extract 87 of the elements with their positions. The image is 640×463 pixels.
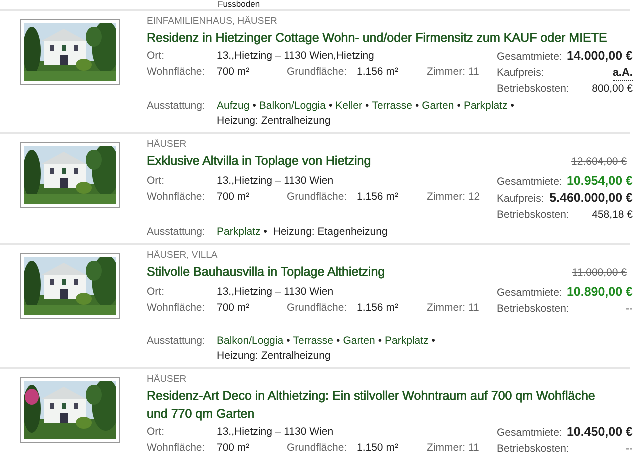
- bullet-separator: •: [252, 100, 256, 112]
- old-price: 12.604,00 €: [572, 155, 627, 170]
- old-price: 11.000,00 €: [572, 266, 627, 281]
- plot-area-label: Grundfläche:: [287, 65, 348, 80]
- location-label: Ort:: [147, 425, 166, 440]
- feature-item: Terrasse: [372, 100, 412, 112]
- plot-area-value: 1.156 m²: [357, 65, 400, 80]
- price-value: 5.460.000,00 €: [550, 190, 633, 206]
- feature-item: Parkplatz: [385, 335, 429, 347]
- features-label: Ausstattung:: [147, 334, 206, 349]
- listing-title[interactable]: Residenz in Hietzinger Cottage Wohn- und/oder Firmensitz zum KAUF oder MIETE: [147, 28, 608, 48]
- plot-area-value: 1.156 m²: [357, 301, 400, 316]
- bullet-separator: •: [336, 335, 340, 347]
- location-label: Ort:: [147, 174, 166, 189]
- plot-area-value: 1.156 m²: [357, 190, 400, 205]
- feature-item: Aufzug: [217, 100, 250, 112]
- price-value: a.A.: [612, 67, 633, 81]
- rooms-text: Zimmer: 11: [427, 441, 480, 456]
- heating-text: Heizung: Zentralheizung: [217, 350, 331, 362]
- bullet-separator: •: [457, 100, 461, 112]
- bullet-separator: •: [378, 335, 382, 347]
- feature-item: Balkon/Loggia: [259, 100, 326, 112]
- location-value: 13.,Hietzing – 1130 Wien: [217, 285, 334, 300]
- listing-title[interactable]: Exklusive Altvilla in Toplage von Hietzing: [147, 151, 372, 171]
- features-label: Ausstattung:: [147, 99, 206, 114]
- feature-item: Parkplatz: [217, 226, 261, 238]
- living-area-value: 700 m²: [217, 65, 251, 80]
- living-area-value: 700 m²: [217, 441, 251, 456]
- listing-category: HÄUSER: [147, 374, 188, 386]
- location-value: 13.,Hietzing – 1130 Wien: [217, 425, 334, 440]
- price-value: 14.000,00 €: [566, 48, 633, 64]
- bullet-separator: •: [328, 100, 333, 112]
- living-area-value: 700 m²: [217, 190, 251, 205]
- price-label: Kaufpreis:: [497, 66, 544, 81]
- price-value: 800,00 €: [592, 82, 633, 97]
- bullet-separator: •: [286, 335, 290, 347]
- living-area-value: 700 m²: [217, 301, 251, 316]
- listing-title[interactable]: Residenz-Art Deco in Althietzing: Ein stilvoller Wohntraum auf 700 qm Wohfläche und 770 qm Garten: [147, 386, 609, 424]
- bullet-separator: •: [415, 100, 420, 112]
- price-label: Betriebskosten:: [497, 82, 570, 97]
- price-label: Kaufpreis:: [497, 192, 544, 207]
- plot-area-value: 1.150 m²: [357, 441, 400, 456]
- price-value: --: [626, 302, 633, 317]
- feature-item: Garten: [422, 100, 454, 112]
- feature-item: Balkon/Loggia: [217, 335, 284, 347]
- rooms-text: Zimmer: 11: [427, 65, 480, 80]
- price-label: Betriebskosten:: [497, 302, 570, 317]
- price-value: 458,18 €: [592, 208, 633, 223]
- price-label: Betriebskosten:: [497, 208, 570, 223]
- plot-area-label: Grundfläche:: [287, 441, 348, 456]
- features-label: Ausstattung:: [147, 225, 206, 240]
- price-value: 10.890,00 €: [566, 284, 633, 300]
- bullet-separator: •: [264, 226, 268, 238]
- bullet-separator: •: [432, 335, 436, 347]
- feature-item: Terrasse: [293, 335, 334, 347]
- living-area-label: Wohnfläche:: [147, 441, 206, 456]
- plot-area-label: Grundfläche:: [287, 190, 348, 205]
- feature-text: Fussboden: [218, 0, 260, 9]
- listing-category: HÄUSER, VILLA: [147, 250, 219, 262]
- bullet-separator: •: [510, 100, 514, 112]
- living-area-label: Wohnfläche:: [147, 190, 206, 205]
- price-value: 10.450,00 €: [566, 424, 633, 440]
- living-area-label: Wohnfläche:: [147, 65, 206, 80]
- rooms-text: Zimmer: 11: [427, 301, 480, 316]
- feature-item: Garten: [343, 335, 376, 347]
- price-label: Gesamtmiete:: [497, 426, 562, 441]
- plot-area-label: Grundfläche:: [287, 301, 348, 316]
- listing-category: HÄUSER: [147, 139, 188, 151]
- price-label: Gesamtmiete:: [497, 286, 562, 301]
- price-label: Gesamtmiete:: [497, 175, 562, 190]
- location-value: 13.,Hietzing – 1130 Wien: [217, 174, 334, 189]
- location-label: Ort:: [147, 49, 166, 64]
- location-value: 13.,Hietzing – 1130 Wien,Hietzing: [217, 49, 374, 64]
- heating-text: Heizung: Zentralheizung: [217, 115, 331, 127]
- heating-text: Heizung: Etagenheizung: [273, 226, 388, 238]
- living-area-label: Wohnfläche:: [147, 301, 206, 316]
- listing-title[interactable]: Stilvolle Bauhausvilla in Toplage Althietzing: [147, 262, 386, 282]
- price-value: --: [626, 442, 633, 457]
- price-label: Gesamtmiete:: [497, 50, 562, 65]
- rooms-text: Zimmer: 12: [427, 190, 482, 205]
- listing-category: EINFAMILIENHAUS, HÄUSER: [147, 16, 278, 28]
- location-label: Ort:: [147, 285, 166, 300]
- price-value: 10.954,00 €: [566, 173, 633, 189]
- price-label: Betriebskosten:: [497, 442, 570, 457]
- feature-item: Parkplatz: [464, 100, 508, 112]
- bullet-separator: •: [366, 100, 370, 112]
- feature-item: Keller: [336, 100, 362, 112]
